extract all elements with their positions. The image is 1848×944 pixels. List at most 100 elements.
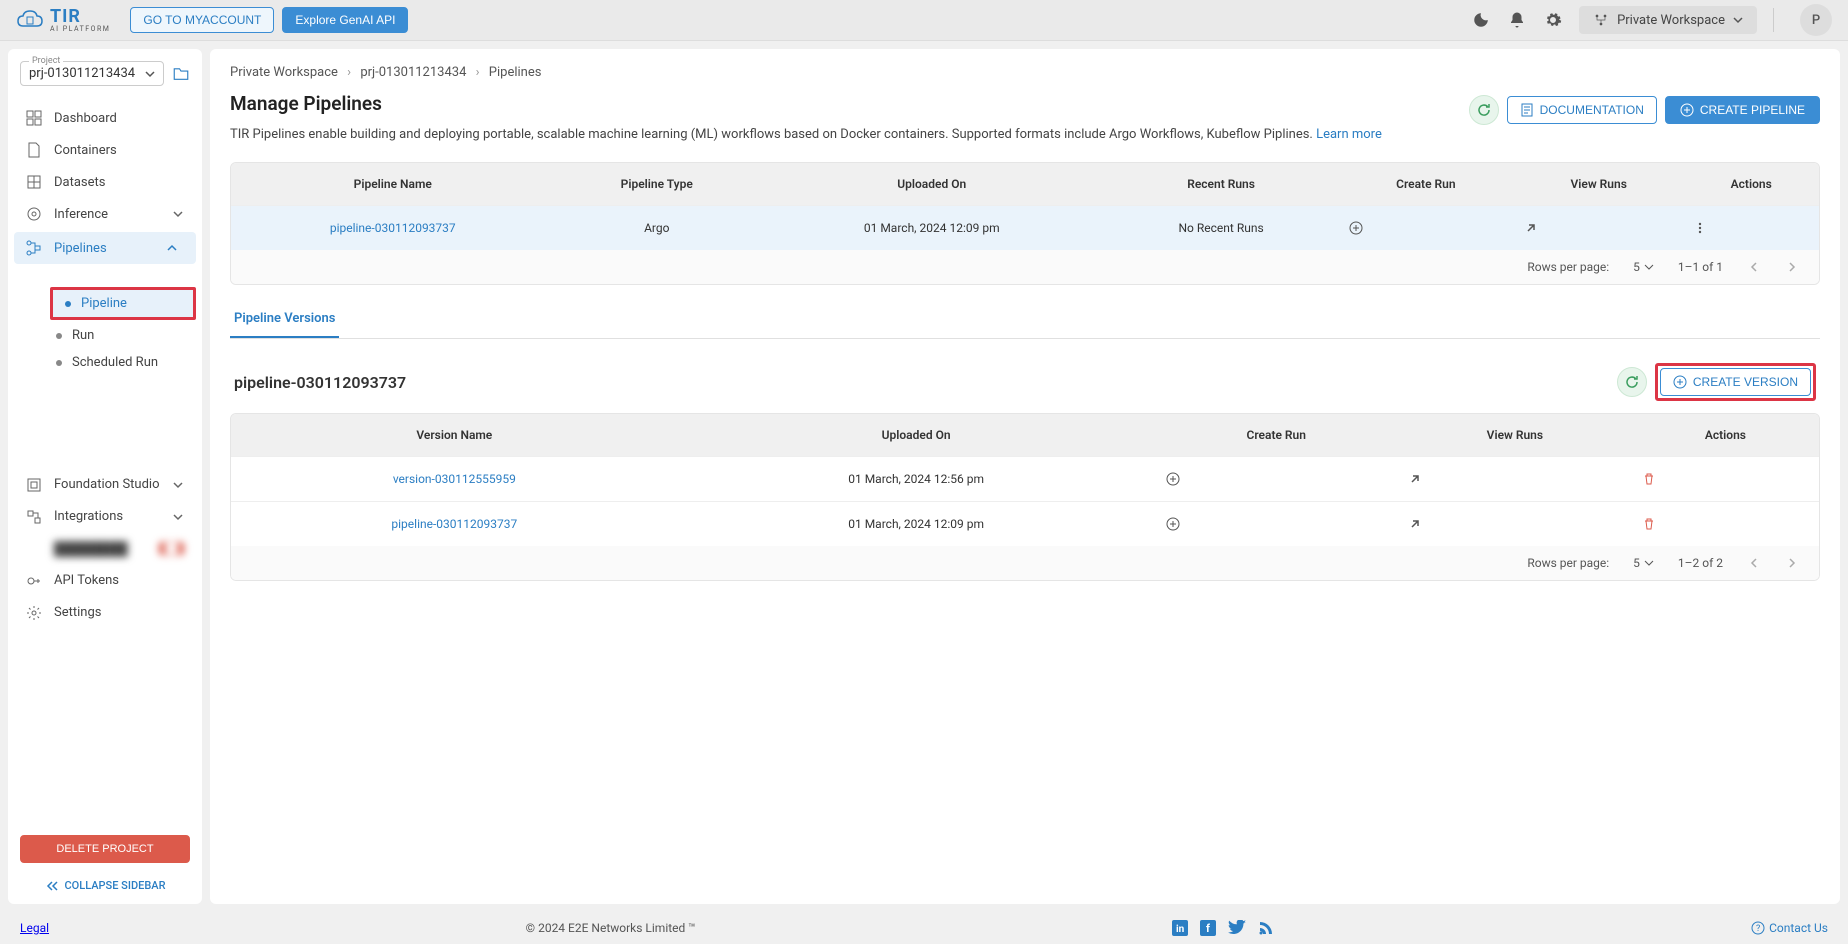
plus-circle-icon	[1680, 103, 1694, 117]
chevron-down-icon	[145, 69, 155, 79]
refresh-versions-button[interactable]	[1617, 367, 1647, 397]
table-header: Uploaded On	[759, 163, 1104, 206]
collapse-sidebar-link[interactable]: COLLAPSE SIDEBAR	[45, 879, 166, 892]
twitter-icon[interactable]	[1228, 920, 1246, 936]
sidebar-item-inference[interactable]: Inference	[8, 198, 202, 230]
sidebar-item-foundation[interactable]: Foundation Studio	[8, 469, 202, 501]
folder-icon[interactable]	[172, 65, 190, 83]
project-select[interactable]: Project prj-013011213434	[20, 61, 164, 86]
sidebar-item-integrations[interactable]: Integrations	[8, 501, 202, 533]
legal-link[interactable]: Legal	[20, 921, 49, 935]
sidebar-item-blurred: ██████████	[8, 533, 202, 565]
delete-icon[interactable]	[1642, 472, 1809, 486]
rows-per-page-label: Rows per page:	[1527, 556, 1609, 570]
sidebar-item-label: Datasets	[54, 175, 106, 190]
pipeline-name-link[interactable]: pipeline-030112093737	[330, 221, 456, 235]
gear-icon[interactable]	[1543, 10, 1563, 30]
workspace-dropdown[interactable]: Private Workspace	[1579, 6, 1757, 34]
logo: TIR AI PLATFORM	[16, 8, 110, 33]
next-page-button[interactable]	[1785, 556, 1799, 570]
sidebar-item-dashboard[interactable]: Dashboard	[8, 102, 202, 134]
sidebar-sub-run[interactable]: Run	[44, 322, 202, 349]
project-select-label: Project	[29, 56, 63, 66]
delete-project-button[interactable]: DELETE PROJECT	[20, 835, 190, 863]
range-label: 1–2 of 2	[1678, 556, 1723, 570]
sidebar-item-label: Pipeline	[81, 296, 127, 311]
create-run-icon[interactable]	[1165, 516, 1388, 532]
facebook-icon[interactable]: f	[1200, 920, 1216, 936]
bullet-icon	[65, 301, 71, 307]
logo-subtitle: AI PLATFORM	[50, 26, 110, 33]
refresh-button[interactable]	[1469, 95, 1499, 125]
table-header: Version Name	[231, 414, 678, 457]
table-header: View Runs	[1514, 163, 1683, 206]
sidebar-item-api-tokens[interactable]: API Tokens	[8, 565, 202, 597]
sidebar-item-pipelines[interactable]: Pipelines	[14, 232, 196, 264]
prev-page-button[interactable]	[1747, 556, 1761, 570]
sidebar-sub-pipeline[interactable]: Pipeline	[50, 287, 196, 320]
sidebar-item-label: Foundation Studio	[54, 477, 160, 492]
view-runs-icon[interactable]	[1524, 221, 1673, 235]
pipelines-table-card: Pipeline Name Pipeline Type Uploaded On …	[230, 162, 1820, 285]
view-runs-icon[interactable]	[1408, 472, 1622, 486]
sidebar-item-datasets[interactable]: Datasets	[8, 166, 202, 198]
create-version-button[interactable]: CREATE VERSION	[1660, 368, 1811, 396]
pagination: Rows per page: 5 1–1 of 1	[231, 250, 1819, 284]
contact-us-link[interactable]: ? Contact Us	[1751, 921, 1828, 935]
rows-per-page-select[interactable]: 5	[1633, 260, 1654, 274]
footer: Legal © 2024 E2E Networks Limited ™ in f…	[0, 912, 1848, 944]
version-name-link[interactable]: pipeline-030112093737	[391, 517, 517, 531]
grid-icon	[26, 174, 42, 190]
plus-circle-icon	[1673, 375, 1687, 389]
chevron-down-icon	[172, 208, 184, 220]
sidebar-item-containers[interactable]: Containers	[8, 134, 202, 166]
create-pipeline-button[interactable]: CREATE PIPELINE	[1665, 96, 1820, 124]
gear-icon	[26, 605, 42, 621]
version-uploaded: 01 March, 2024 12:09 pm	[678, 502, 1155, 547]
sidebar-item-label: Settings	[54, 605, 101, 620]
next-page-button[interactable]	[1785, 260, 1799, 274]
table-header: Uploaded On	[678, 414, 1155, 457]
explore-genai-button[interactable]: Explore GenAI API	[282, 7, 408, 33]
sidebar-item-label: API Tokens	[54, 573, 119, 588]
help-icon: ?	[1751, 921, 1765, 935]
table-header: View Runs	[1398, 414, 1632, 457]
sidebar-sub-scheduled-run[interactable]: Scheduled Run	[44, 349, 202, 376]
more-icon[interactable]	[1693, 221, 1809, 235]
sidebar-item-label: Inference	[54, 207, 108, 222]
pipelines-icon	[26, 240, 42, 256]
learn-more-link[interactable]: Learn more	[1316, 127, 1382, 142]
prev-page-button[interactable]	[1747, 260, 1761, 274]
delete-icon[interactable]	[1642, 517, 1809, 531]
table-header: Pipeline Type	[555, 163, 760, 206]
create-run-icon[interactable]	[1348, 220, 1504, 236]
avatar[interactable]: P	[1800, 4, 1832, 36]
table-row[interactable]: pipeline-030112093737 Argo 01 March, 202…	[231, 206, 1819, 251]
range-label: 1–1 of 1	[1678, 260, 1723, 274]
breadcrumb-item[interactable]: Private Workspace	[230, 65, 338, 80]
table-header: Recent Runs	[1104, 163, 1337, 206]
bullet-icon	[56, 333, 62, 339]
go-myaccount-button[interactable]: GO TO MYACCOUNT	[130, 7, 274, 33]
tab-versions[interactable]: Pipeline Versions	[230, 301, 339, 338]
version-name-link[interactable]: version-030112555959	[393, 472, 516, 486]
topbar: TIR AI PLATFORM GO TO MYACCOUNT Explore …	[0, 0, 1848, 41]
breadcrumb-item[interactable]: prj-013011213434	[360, 65, 466, 80]
rows-per-page-select[interactable]: 5	[1633, 556, 1654, 570]
table-header: Actions	[1683, 163, 1819, 206]
sidebar-item-settings[interactable]: Settings	[8, 597, 202, 629]
view-runs-icon[interactable]	[1408, 517, 1622, 531]
doc-icon	[1520, 103, 1534, 117]
documentation-button[interactable]: DOCUMENTATION	[1507, 96, 1657, 124]
linkedin-icon[interactable]: in	[1172, 920, 1188, 936]
dashboard-icon	[26, 110, 42, 126]
sidebar-item-label: Integrations	[54, 509, 123, 524]
version-uploaded: 01 March, 2024 12:56 pm	[678, 457, 1155, 502]
bell-icon[interactable]	[1507, 10, 1527, 30]
breadcrumb: Private Workspace › prj-013011213434 › P…	[230, 65, 1820, 80]
chevron-down-icon	[172, 479, 184, 491]
rss-icon[interactable]	[1258, 920, 1274, 936]
chevron-down-icon	[1733, 15, 1743, 25]
create-run-icon[interactable]	[1165, 471, 1388, 487]
dark-mode-icon[interactable]	[1471, 10, 1491, 30]
